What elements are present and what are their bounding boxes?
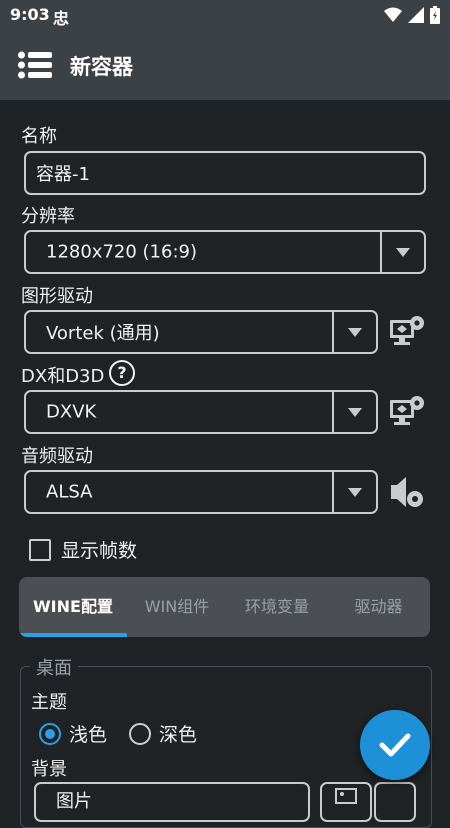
- audio-driver-select[interactable]: ALSA: [24, 470, 378, 514]
- show-fps-row[interactable]: 显示帧数: [29, 536, 137, 563]
- tab-wine-config[interactable]: WINE配置: [19, 577, 127, 637]
- name-label: 名称: [21, 126, 57, 147]
- signal-icon: [408, 7, 424, 23]
- theme-label: 主题: [31, 692, 67, 713]
- theme-option-light[interactable]: 浅色: [39, 720, 107, 747]
- resolution-select[interactable]: 1280x720 (16:9): [24, 230, 426, 274]
- speaker-settings-icon[interactable]: [388, 472, 426, 512]
- audio-driver-value: ALSA: [46, 481, 93, 503]
- chevron-down-icon: [332, 312, 376, 352]
- image-picker-button[interactable]: [320, 782, 372, 822]
- theme-dark-label: 深色: [159, 724, 198, 746]
- graphics-driver-value: Vortek (通用): [46, 323, 160, 344]
- app-toolbar: 新容器: [0, 30, 450, 100]
- status-time: 9:03: [10, 5, 50, 24]
- page-title: 新容器: [70, 55, 133, 79]
- tab-drives[interactable]: 驱动器: [327, 577, 430, 637]
- background-value: 图片: [56, 791, 92, 812]
- check-icon: [379, 733, 411, 757]
- background-select[interactable]: 图片: [34, 782, 310, 822]
- theme-option-dark[interactable]: 深色: [129, 720, 197, 747]
- desktop-legend: 桌面: [30, 654, 78, 680]
- tab-win-components[interactable]: WIN组件: [127, 577, 227, 637]
- monitor-settings-icon[interactable]: [388, 312, 426, 352]
- battery-icon: [430, 6, 440, 24]
- name-input[interactable]: [24, 151, 426, 195]
- tab-env-vars[interactable]: 环境变量: [227, 577, 327, 637]
- bug-icon: 忠: [53, 9, 70, 28]
- background-label: 背景: [31, 759, 67, 780]
- dx-select[interactable]: DXVK: [24, 390, 378, 434]
- chevron-down-icon: [332, 472, 376, 512]
- image-icon: [335, 788, 357, 804]
- theme-light-label: 浅色: [69, 724, 108, 746]
- background-extra-button[interactable]: [374, 782, 416, 822]
- audio-driver-label: 音频驱动: [21, 446, 93, 467]
- resolution-value: 1280x720 (16:9): [46, 241, 198, 263]
- resolution-label: 分辨率: [21, 206, 75, 227]
- chevron-down-icon: [332, 392, 376, 432]
- help-icon[interactable]: ?: [109, 360, 135, 386]
- graphics-driver-select[interactable]: Vortek (通用): [24, 310, 378, 354]
- show-fps-label: 显示帧数: [61, 540, 138, 562]
- chevron-down-icon: [380, 232, 424, 272]
- radio-light[interactable]: [39, 722, 61, 745]
- confirm-button[interactable]: [360, 710, 430, 780]
- show-fps-checkbox[interactable]: [29, 538, 51, 561]
- graphics-driver-label: 图形驱动: [21, 286, 93, 307]
- wifi-icon: [384, 7, 402, 22]
- monitor-settings-icon[interactable]: [388, 392, 426, 432]
- dx-value: DXVK: [46, 401, 97, 423]
- settings-tabs: WINE配置 WIN组件 环境变量 驱动器: [19, 577, 430, 637]
- radio-dark[interactable]: [129, 722, 151, 745]
- dx-label: DX和D3D: [21, 366, 105, 387]
- status-bar: 9:03 忠: [0, 0, 450, 30]
- tab-indicator: [19, 633, 127, 637]
- list-icon[interactable]: [18, 51, 52, 79]
